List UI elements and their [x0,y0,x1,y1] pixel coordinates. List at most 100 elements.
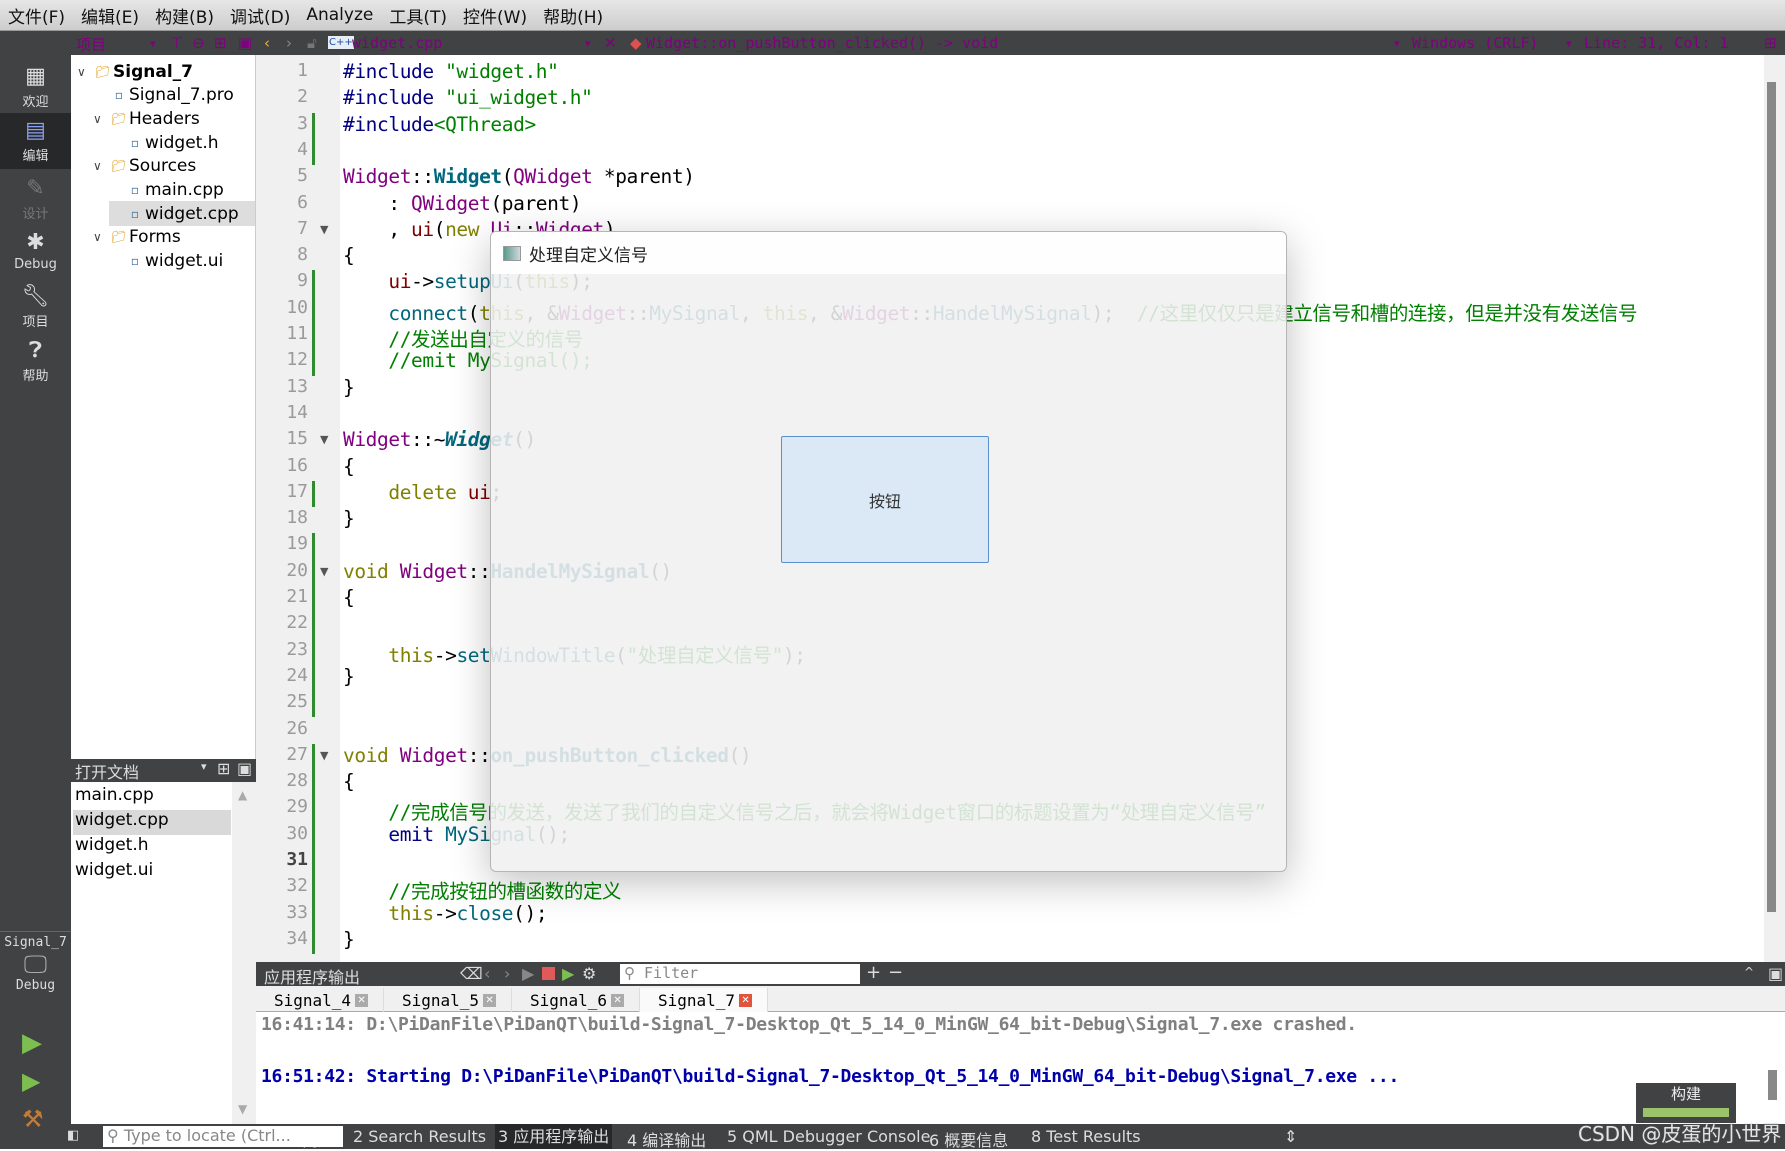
symbol-dropdown-icon[interactable]: ▾ [1394,37,1400,50]
change-marker [312,296,315,323]
chevron-down-icon[interactable]: ∨ [77,65,93,79]
fold-arrow-icon[interactable]: ▼ [320,565,328,578]
kit-selector[interactable]: Signal_7 🖵︎ Debug [0,935,71,1005]
chevron-down-icon[interactable]: ∨ [93,230,109,244]
symbol-selector[interactable]: Widget::on_pushButton_clicked() -> void [646,34,998,52]
stop-icon[interactable] [542,967,555,980]
close-panel-icon[interactable]: ▣ [238,34,252,52]
back-icon[interactable]: ‹ [264,34,270,52]
run-icon[interactable]: ▶ [22,1028,42,1058]
output-text[interactable]: 16:41:14: D:\PiDanFile\PiDanQT\build-Sig… [256,1012,1777,1124]
menu-edit[interactable]: 编辑(E) [81,3,139,28]
menu-file[interactable]: 文件(F) [8,3,65,28]
tree-item[interactable]: ∨ 📁︎ Sources [93,154,255,179]
tree-item[interactable]: ▫ Signal_7.pro [93,83,255,108]
filter-icon[interactable]: ⊤ [170,34,183,52]
maximize-icon[interactable]: ^ [1744,965,1754,979]
status-pane-5[interactable]: 5 QML Debugger Console [727,1127,930,1146]
mode-help[interactable]: ❓︎ 帮助 [0,333,71,387]
line-ending-selector[interactable]: Windows (CRLF) [1412,34,1538,52]
scroll-up-icon[interactable]: ▲ [238,788,247,802]
tree-item[interactable]: ▫ main.cpp [109,178,255,203]
link-icon[interactable]: ⊖ [192,34,205,52]
file-dropdown-icon[interactable]: ▾ [585,37,591,50]
build-hammer-icon[interactable]: ⚒ [22,1105,44,1133]
tree-item[interactable]: ▫ widget.ui [109,249,255,274]
output-tab[interactable]: Signal_5 ✕ [384,988,512,1012]
debug-run-icon[interactable]: ▶ [22,1067,40,1095]
panel-selector[interactable]: 项目 [76,34,106,55]
open-document-item[interactable]: widget.ui [73,860,231,885]
toggle-sidebar-icon[interactable]: ◧ [67,1128,79,1143]
status-pane-6[interactable]: 6 概要信息 [929,1127,1008,1151]
tree-item[interactable]: ∨ 📁︎ Forms [93,225,255,250]
scroll-down-icon[interactable]: ▼ [238,1102,247,1116]
editor-scroll-thumb[interactable] [1767,82,1776,912]
close-panel-icon[interactable]: ▣ [237,759,252,778]
open-document-item[interactable]: main.cpp [73,785,231,810]
output-tab[interactable]: Signal_6 ✕ [512,988,640,1012]
chevron-down-icon[interactable]: ∨ [93,112,109,126]
fold-arrow-icon[interactable]: ▼ [320,749,328,762]
output-filter-input[interactable]: ⚲ Filter [620,964,860,984]
open-document-item[interactable]: widget.cpp [73,810,231,835]
current-file[interactable]: widget.cpp [352,34,442,52]
settings-icon[interactable]: ⚙ [582,964,596,983]
output-tab[interactable]: Signal_7 ✕ [640,988,768,1012]
mode-design[interactable]: ✎ 设计 [0,171,71,225]
status-pane-7[interactable]: 8 Test Results [1031,1127,1141,1146]
status-pane-4[interactable]: 4 编译输出 [627,1127,706,1151]
tree-item[interactable]: ∨ 📁︎ Signal_7 [77,59,255,84]
dropdown-icon[interactable]: ▾ [201,760,207,773]
line-ending-dropdown-icon[interactable]: ▾ [1566,37,1572,50]
app-window-titlebar[interactable]: 处理自定义信号 [491,232,1286,274]
fold-arrow-icon[interactable]: ▼ [320,433,328,446]
mode-debug[interactable]: ✱ Debug [0,225,71,279]
split-icon[interactable]: ⊞ [214,34,227,52]
split-editor-icon[interactable]: ⊞ [1764,34,1777,52]
cursor-position[interactable]: Line: 31, Col: 1 [1584,34,1729,52]
menu-build[interactable]: 构建(B) [155,3,214,28]
rerun-icon[interactable]: ▶ [522,964,534,983]
forward-icon[interactable]: › [286,34,292,52]
next-icon[interactable]: › [504,964,510,983]
open-documents-title: 打开文档 [75,763,140,782]
attach-debugger-icon[interactable]: ▶ [562,964,574,983]
tree-item[interactable]: ∨ 📁︎ Headers [93,106,255,131]
fold-arrow-icon[interactable]: ▼ [320,223,328,236]
close-pane-icon[interactable]: ▣ [1768,964,1783,983]
mode-edit[interactable]: ▤ 编辑 [0,113,71,169]
menu-analyze[interactable]: Analyze [306,5,373,25]
menu-debug[interactable]: 调试(D) [230,3,290,28]
output-scroll-thumb[interactable] [1768,1070,1777,1100]
status-pane-2[interactable]: 2 Search Results [353,1127,486,1146]
prev-icon[interactable]: ‹ [484,964,490,983]
split-icon[interactable]: ⊞ [217,759,230,778]
push-button[interactable]: 按钮 [781,436,989,563]
close-tab-icon[interactable]: ✕ [483,993,497,1007]
add-icon[interactable]: + [866,962,881,983]
close-file-icon[interactable]: ✕ [604,34,617,52]
open-document-item[interactable]: widget.h [73,835,231,860]
locator-input[interactable]: ⚲ Type to locate (Ctrl... [103,1126,343,1147]
menu-widgets[interactable]: 控件(W) [463,3,527,28]
minus-icon[interactable]: − [888,962,903,983]
close-tab-icon[interactable]: ✕ [611,993,625,1007]
tree-item[interactable]: ▫ widget.h [109,130,255,155]
output-pane-title: 应用程序输出 [264,968,361,987]
chevron-down-icon[interactable]: ∨ [93,159,109,173]
status-pane-3[interactable]: 3 应用程序输出 [495,1124,613,1149]
menu-tools[interactable]: 工具(T) [389,3,447,28]
dropdown-icon[interactable]: ▾ [150,37,156,50]
code-token: ui [388,270,412,294]
close-tab-icon[interactable]: ✕ [739,993,753,1007]
docs-scrollbar[interactable]: ▲ ▼ [232,782,256,1124]
clear-icon[interactable]: ⌫ [460,964,483,983]
output-tab[interactable]: Signal_4 ✕ [256,988,384,1012]
menu-help[interactable]: 帮助(H) [543,3,603,28]
tree-item[interactable]: ▫ widget.cpp [109,201,255,227]
close-tab-icon[interactable]: ✕ [355,993,369,1007]
more-panes-icon[interactable]: ⇕ [1284,1127,1297,1146]
mode-projects[interactable]: 🔧︎ 项目 [0,279,71,333]
mode-welcome[interactable]: ▦ 欢迎 [0,59,71,113]
